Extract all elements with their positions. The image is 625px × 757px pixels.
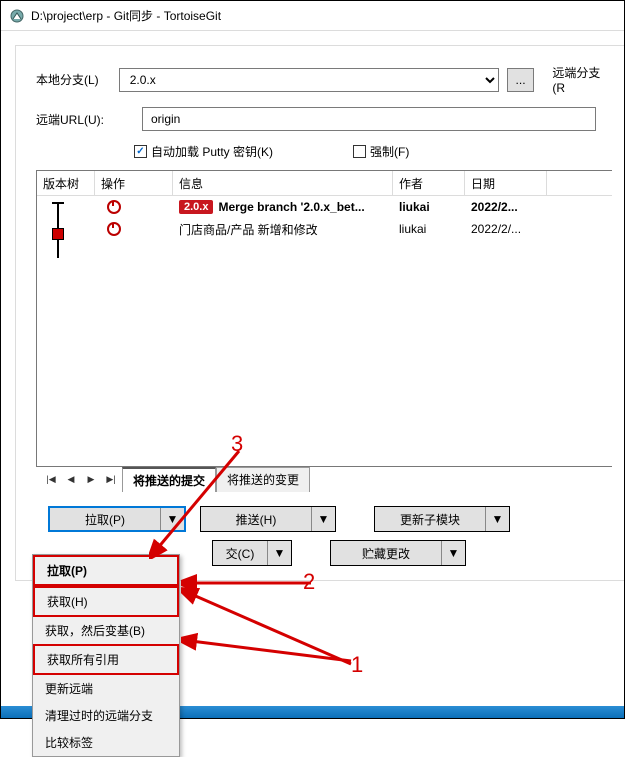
push-button[interactable]: 推送(H)▼: [200, 506, 336, 532]
col-tree[interactable]: 版本树: [37, 171, 95, 195]
tab-bar: 将推送的提交 将推送的变更: [122, 467, 310, 492]
commit-rows: 2.0.xMerge branch '2.0.x_bet... liukai 2…: [37, 196, 612, 466]
force-checkbox[interactable]: 强制(F): [353, 143, 409, 160]
autoload-putty-label: 自动加载 Putty 密钥(K): [151, 143, 273, 160]
table-row[interactable]: 门店商品/产品 新增和修改 liukai 2022/2/...: [37, 218, 612, 240]
info-cell: 门店商品/产品 新增和修改: [173, 218, 393, 240]
annotation-3: 3: [231, 431, 243, 457]
col-author[interactable]: 作者: [393, 171, 465, 195]
pull-dropdown-menu: 拉取(P) 获取(H) 获取，然后变基(B) 获取所有引用 更新远端 清理过时的…: [32, 554, 180, 757]
nav-buttons: |◀ ◀ ▶ ▶|: [40, 468, 122, 492]
menu-item-fetch[interactable]: 获取(H): [33, 586, 179, 617]
menu-item-compare-tags[interactable]: 比较标签: [33, 729, 179, 756]
local-branch-label: 本地分支(L): [36, 71, 111, 88]
remote-url-label: 远端URL(U):: [36, 111, 112, 128]
branch-browse-button[interactable]: ...: [507, 68, 535, 92]
annotation-2: 2: [303, 569, 315, 595]
modified-icon: [107, 200, 121, 214]
stash-dropdown[interactable]: ▼: [441, 541, 465, 565]
title-bar: D:\project\erp - Git同步 - TortoiseGit: [1, 1, 624, 31]
menu-item-prune[interactable]: 清理过时的远端分支: [33, 702, 179, 729]
submodule-button[interactable]: 更新子模块▼: [374, 506, 510, 532]
remote-url-row: 远端URL(U):: [36, 107, 612, 131]
push-dropdown[interactable]: ▼: [311, 507, 335, 531]
annotation-1: 1: [351, 652, 363, 678]
menu-item-fetch-rebase[interactable]: 获取，然后变基(B): [33, 617, 179, 644]
column-headers: 版本树 操作 信息 作者 日期: [37, 171, 612, 196]
info-cell: 2.0.xMerge branch '2.0.x_bet...: [173, 196, 393, 218]
arrow-1b: [181, 626, 361, 666]
menu-item-fetch-all[interactable]: 获取所有引用: [33, 644, 179, 675]
col-date[interactable]: 日期: [465, 171, 547, 195]
nav-first[interactable]: |◀: [42, 472, 60, 488]
commit-list: 版本树 操作 信息 作者 日期 2.0.xMerge branch '2.0.x…: [36, 170, 612, 467]
author-cell: liukai: [393, 218, 465, 240]
nav-prev[interactable]: ◀: [62, 472, 80, 488]
menu-item-pull[interactable]: 拉取(P): [33, 555, 179, 586]
pull-dropdown[interactable]: ▼: [160, 508, 184, 530]
commit-button-partial[interactable]: 交(C)▼: [212, 540, 292, 566]
remote-branch-label: 远端分支(R: [552, 64, 612, 95]
nav-last[interactable]: ▶|: [102, 472, 120, 488]
col-op[interactable]: 操作: [95, 171, 173, 195]
stash-button[interactable]: 贮藏更改▼: [330, 540, 466, 566]
table-row[interactable]: 2.0.xMerge branch '2.0.x_bet... liukai 2…: [37, 196, 612, 218]
pull-button[interactable]: 拉取(P)▼: [48, 506, 186, 532]
menu-item-update-remote[interactable]: 更新远端: [33, 675, 179, 702]
app-icon: [9, 8, 25, 24]
options-row: ✓自动加载 Putty 密钥(K) 强制(F): [134, 143, 612, 160]
author-cell: liukai: [393, 196, 465, 218]
main-panel: 本地分支(L) 2.0.x ... 远端分支(R 远端URL(U): ✓自动加载…: [15, 45, 624, 581]
nav-next[interactable]: ▶: [82, 472, 100, 488]
tab-outgoing-commits[interactable]: 将推送的提交: [122, 467, 216, 492]
window-title: D:\project\erp - Git同步 - TortoiseGit: [31, 7, 221, 24]
date-cell: 2022/2/...: [465, 218, 547, 240]
modified-icon: [107, 222, 121, 236]
date-cell: 2022/2...: [465, 196, 547, 218]
remote-url-input[interactable]: [142, 107, 596, 131]
col-info[interactable]: 信息: [173, 171, 393, 195]
submodule-dropdown[interactable]: ▼: [485, 507, 509, 531]
commit-dropdown[interactable]: ▼: [267, 541, 291, 565]
local-branch-select[interactable]: 2.0.x: [119, 68, 499, 92]
autoload-putty-checkbox[interactable]: ✓自动加载 Putty 密钥(K): [134, 143, 273, 160]
force-label: 强制(F): [370, 143, 409, 160]
tab-outgoing-changes[interactable]: 将推送的变更: [216, 467, 310, 492]
local-branch-row: 本地分支(L) 2.0.x ... 远端分支(R: [36, 64, 612, 95]
branch-badge: 2.0.x: [179, 200, 213, 214]
